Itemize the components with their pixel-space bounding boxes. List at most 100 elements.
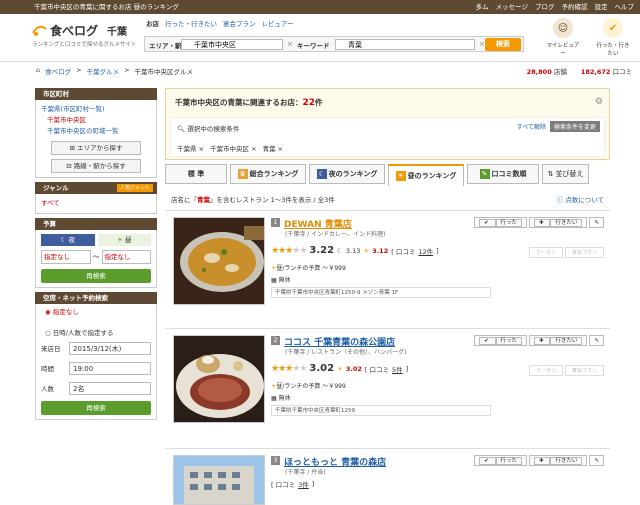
search-by-area-button[interactable]: ⊞ エリアから探す	[51, 141, 141, 155]
score-info-link[interactable]: ⓘ 点数について	[557, 194, 604, 204]
change-condition-button[interactable]: 検索条件を変更	[549, 121, 600, 132]
disabled-actions: クーポン 宴会プラン	[528, 247, 604, 258]
nav-help[interactable]: ヘルプ	[615, 0, 635, 14]
action-buttons: ✔ 行った ✚ 行きたい ✎	[474, 335, 604, 346]
disabled-actions: クーポン 宴会プラン	[528, 365, 604, 376]
budget-range: 指定なし 〜 指定なし	[41, 250, 151, 264]
review-count-link[interactable]: 12件	[418, 246, 433, 256]
budget-sep: 〜	[92, 253, 100, 261]
went-button[interactable]: ✔ 行った	[474, 455, 528, 466]
search-by-station-button[interactable]: ⊟ 路線・駅から探す	[51, 159, 141, 173]
search-button[interactable]: 検索	[485, 38, 521, 51]
tag-close-icon[interactable]: ×	[199, 145, 204, 153]
tab-sort[interactable]: ⇅ 並び替え	[542, 164, 589, 184]
review-count-link[interactable]: 3件	[298, 479, 309, 489]
went-button[interactable]: ✔ 行った	[474, 217, 528, 228]
tab-standard[interactable]: 標 準	[165, 164, 227, 184]
restaurant-photo[interactable]	[173, 217, 265, 305]
edit-icon[interactable]: ✎	[589, 335, 604, 346]
search-tab-plan[interactable]: 宴会プラン	[223, 18, 256, 28]
review-label: [ 口コミ	[391, 247, 416, 256]
genre-item-all[interactable]: すべて	[41, 198, 151, 209]
rating-row: ★★★★★ 3.02 ☀ 3.02 [ 口コミ 5件]	[271, 363, 409, 374]
logo[interactable]: 食べログ 千葉 ランキングと口コミで探せるグルメサイト	[32, 22, 136, 50]
summary-text: 店名に「青葉」を含むレストラン 1〜3件を表示 / 全3件	[171, 196, 335, 204]
area-clear-icon[interactable]: ×	[287, 40, 293, 48]
tag-close-icon[interactable]: ×	[251, 145, 256, 153]
shop-count: 28,800 店舗	[526, 68, 567, 76]
plan-button: 宴会プラン	[564, 247, 604, 258]
edit-icon[interactable]: ✎	[589, 217, 604, 228]
time-select[interactable]: 19:00	[69, 361, 151, 375]
breadcrumb-chiba[interactable]: 千葉グルメ	[87, 66, 120, 76]
avail-none-radio[interactable]: ◉ 指定なし	[41, 306, 151, 319]
budget-from-select[interactable]: 指定なし	[41, 250, 91, 264]
area-input[interactable]	[181, 39, 283, 50]
sidebar: 市区町村 千葉県(市区町村一覧) 千葉市中央区 千葉市中央区の町域一覧 ⊞ エリ…	[35, 88, 157, 424]
area-section: 千葉県(市区町村一覧) 千葉市中央区 千葉市中央区の町域一覧 ⊞ エリアから探す…	[35, 100, 157, 178]
went-want-link[interactable]: ✔ 行った・行きたい	[594, 18, 632, 57]
gear-icon[interactable]: ⚙	[595, 97, 603, 107]
keyword-clear-icon[interactable]: ×	[479, 40, 485, 48]
restaurant-photo[interactable]	[173, 335, 265, 423]
budget-tab-lunch[interactable]: ☀ 昼	[97, 234, 151, 246]
reviewer-icon: ☺	[553, 18, 573, 38]
sun-icon: ☀	[395, 171, 406, 181]
date-field[interactable]: 2015/3/12(木)	[69, 341, 151, 355]
area-item-pref[interactable]: 千葉県(市区町村一覧)	[41, 104, 151, 115]
tag-close-icon[interactable]: ×	[278, 145, 283, 153]
want-button[interactable]: ✚ 行きたい	[529, 335, 588, 346]
breadcrumb-top[interactable]: 食べログ	[45, 66, 71, 76]
people-select[interactable]: 2名	[69, 381, 151, 395]
went-button[interactable]: ✔ 行った	[474, 335, 528, 346]
user-name[interactable]: 多ム	[476, 0, 489, 14]
date-row: 来店日 2015/3/12(木)	[41, 340, 151, 356]
check-icon: ✔	[479, 219, 496, 227]
avail-datetime-radio[interactable]: ○ 日時/人数で指定する	[41, 327, 151, 340]
nav-messages[interactable]: メッセージ	[496, 0, 528, 14]
plan-button: 宴会プラン	[564, 365, 604, 376]
check-icon: ✔	[479, 337, 496, 345]
night-score-icon: ☾	[337, 246, 343, 255]
result-title: 千葉市中央区の青葉に関連するお店：22件	[175, 98, 323, 108]
info-icon: ⓘ	[556, 196, 566, 204]
restaurant-category: (千葉寺 / インドカレー、インド料理)	[285, 231, 386, 238]
budget-tab-night[interactable]: ☾ 夜	[41, 234, 95, 246]
nav-reservation[interactable]: 予約確認	[562, 0, 588, 14]
search-tab-reviewer[interactable]: レビュアー	[262, 18, 294, 28]
budget-search-button[interactable]: 再検索	[41, 269, 151, 283]
rank-badge: 2	[271, 336, 280, 345]
restaurant-item: 2 ココス 千葉青葉の森公園店 (千葉寺 / レストラン（その他）、ハンバーグ)…	[165, 328, 610, 436]
train-icon: ⊟	[66, 162, 74, 170]
rank-badge: 1	[271, 218, 280, 227]
edit-icon[interactable]: ✎	[589, 455, 604, 466]
tag-keyword: 青葉 ×	[262, 145, 284, 153]
review-count-link[interactable]: 5件	[392, 364, 403, 374]
budget-info: ☀昼/ランチの予算 〜￥999	[271, 383, 346, 390]
keyword-input[interactable]	[335, 39, 475, 50]
tab-night-ranking[interactable]: ☾ 夜のランキング	[309, 164, 385, 184]
top-bar: 千葉市中央区の青葉に関するお店 昼のランキング 多ム メッセージ ブログ 予約確…	[0, 0, 640, 14]
tab-review-count[interactable]: ✎ 口コミ数順	[467, 164, 539, 184]
nav-blog[interactable]: ブログ	[535, 0, 555, 14]
home-icon: ⌂	[36, 66, 41, 74]
current-conditions-label: 🔍︎ 選択中の検索条件	[177, 125, 240, 133]
people-row: 人数 2名	[41, 380, 151, 396]
coupon-button: クーポン	[528, 365, 563, 376]
search-tab-shop[interactable]: お店	[146, 18, 159, 28]
tab-lunch-ranking[interactable]: ☀ 昼のランキング	[388, 164, 464, 186]
popular-genre-badge[interactable]: 人気ジャンル	[117, 184, 153, 192]
tag-pref: 千葉県 ×	[177, 145, 205, 153]
tab-overall-ranking[interactable]: ♛ 総合ランキング	[230, 164, 306, 184]
my-reviewer-link[interactable]: ☺ マイレビュアー	[544, 18, 582, 57]
budget-to-select[interactable]: 指定なし	[101, 250, 151, 264]
want-button[interactable]: ✚ 行きたい	[529, 455, 588, 466]
area-item-towns[interactable]: 千葉市中央区の町域一覧	[41, 126, 151, 137]
search-box: エリア・駅 × キーワード × 検索	[144, 36, 524, 52]
clear-all-link[interactable]: すべて解除	[517, 122, 546, 131]
nav-settings[interactable]: 設定	[595, 0, 608, 14]
star-rating: ★★★★★	[271, 363, 307, 374]
want-button[interactable]: ✚ 行きたい	[529, 217, 588, 228]
search-tab-went[interactable]: 行った・行きたい	[165, 18, 217, 28]
availability-search-button[interactable]: 再検索	[41, 401, 151, 415]
